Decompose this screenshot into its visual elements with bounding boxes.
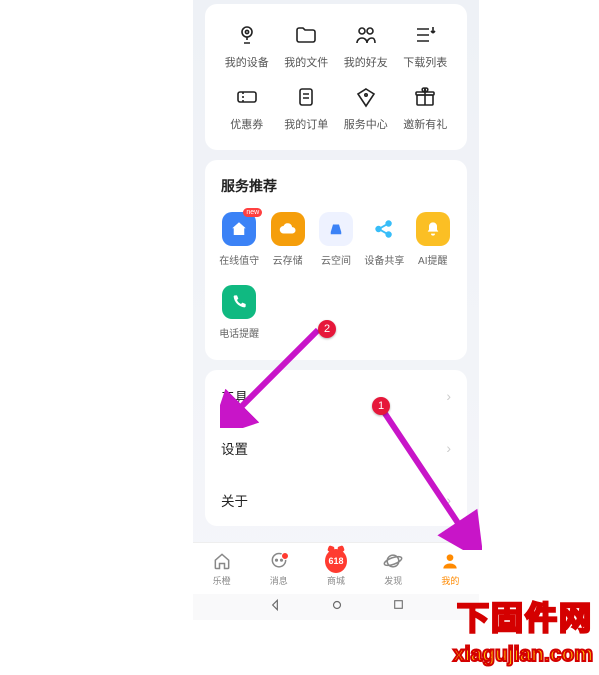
share-icon: [367, 212, 401, 246]
grid-my-friends[interactable]: 我的好友: [336, 18, 396, 80]
grid-label: 我的订单: [284, 116, 328, 132]
svc-ai-remind[interactable]: AI提醒: [409, 206, 457, 279]
grid-label: 我的设备: [225, 54, 269, 70]
grid-my-files[interactable]: 我的文件: [277, 18, 337, 80]
order-icon: [293, 84, 319, 110]
grid-download-list[interactable]: 下载列表: [396, 18, 456, 80]
tab-label: 发现: [384, 574, 402, 587]
grid-invite-gift[interactable]: 邀新有礼: [396, 80, 456, 142]
svc-cloud-storage[interactable]: 云存储: [263, 206, 311, 279]
grid-label: 我的文件: [284, 54, 328, 70]
grid-service-center[interactable]: 服务中心: [336, 80, 396, 142]
svc-cloud-space[interactable]: 云空间: [312, 206, 360, 279]
grid-label: 服务中心: [344, 116, 388, 132]
tab-label: 乐橙: [213, 574, 231, 587]
recent-key[interactable]: [392, 598, 405, 616]
planet-icon: [382, 550, 404, 572]
home-icon: new: [222, 212, 256, 246]
svc-label: 云存储: [273, 252, 303, 267]
phone-icon: [222, 285, 256, 319]
watermark-url: xiagujian.com: [453, 643, 593, 667]
tab-mine[interactable]: 我的: [422, 550, 479, 587]
mall-618-icon: 618: [325, 550, 347, 572]
service-icon: [353, 84, 379, 110]
svc-label: AI提醒: [418, 252, 447, 267]
back-key[interactable]: [268, 598, 282, 617]
grid-label: 下载列表: [403, 54, 447, 70]
watermark-text: 下固件网: [457, 593, 593, 639]
tab-label: 商城: [327, 574, 345, 587]
tab-messages[interactable]: 消息: [250, 550, 307, 587]
menu-label: 关于: [221, 490, 248, 510]
friends-icon: [353, 22, 379, 48]
svc-label: 设备共享: [364, 252, 404, 267]
tab-label: 我的: [441, 574, 459, 587]
grid-row-1: 我的设备 我的文件 我的好友 下载列表: [211, 18, 461, 80]
annotation-badge-1: 1: [372, 397, 390, 415]
grid-coupons[interactable]: 优惠券: [217, 80, 277, 142]
svc-label: 云空间: [321, 252, 351, 267]
ticket-icon: [234, 84, 260, 110]
new-badge: new: [243, 208, 262, 217]
drive-icon: [319, 212, 353, 246]
grid-row-2: 优惠券 我的订单 服务中心 邀新有礼: [211, 80, 461, 142]
tab-home[interactable]: 乐橙: [193, 550, 250, 587]
camera-icon: [234, 22, 260, 48]
cloud-icon: [271, 212, 305, 246]
tab-mall[interactable]: 618 商城: [307, 550, 364, 587]
annotation-arrow-2: [220, 318, 330, 428]
menu-label: 设置: [221, 438, 248, 458]
services-title: 服务推荐: [211, 174, 461, 206]
grid-my-devices[interactable]: 我的设备: [217, 18, 277, 80]
home-icon: [211, 550, 233, 572]
annotation-arrow-1: [372, 400, 482, 550]
svc-label: 在线值守: [219, 252, 259, 267]
download-list-icon: [412, 22, 438, 48]
home-key[interactable]: [330, 598, 344, 617]
grid-label: 优惠券: [230, 116, 263, 132]
quick-grid-card: 我的设备 我的文件 我的好友 下载列表: [205, 4, 467, 150]
svc-device-share[interactable]: 设备共享: [360, 206, 408, 279]
folder-icon: [293, 22, 319, 48]
tab-discover[interactable]: 发现: [365, 550, 422, 587]
person-icon: [439, 550, 461, 572]
grid-my-orders[interactable]: 我的订单: [277, 80, 337, 142]
android-nav-bar: [193, 594, 479, 620]
bell-icon: [416, 212, 450, 246]
tab-label: 消息: [270, 574, 288, 587]
grid-label: 我的好友: [344, 54, 388, 70]
svc-online-guard[interactable]: new 在线值守: [215, 206, 263, 279]
gift-icon: [412, 84, 438, 110]
annotation-badge-2: 2: [318, 320, 336, 338]
grid-label: 邀新有礼: [403, 116, 447, 132]
